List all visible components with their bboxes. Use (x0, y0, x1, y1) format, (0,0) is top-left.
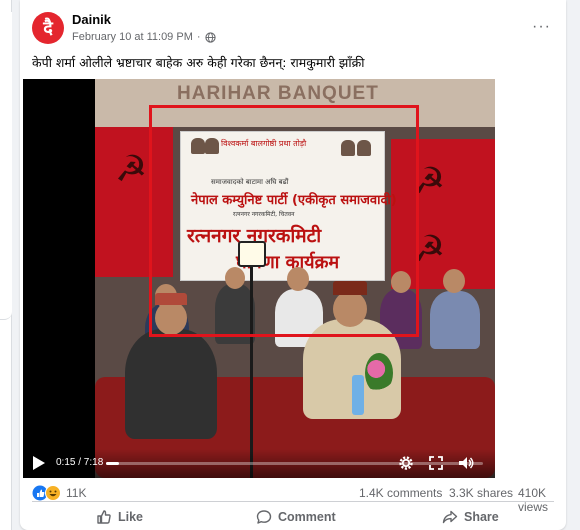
reaction-icons[interactable] (32, 485, 62, 501)
comments-count[interactable]: 1.4K comments (359, 486, 442, 500)
avatar[interactable]: दै (32, 12, 64, 44)
venue-sign-text: HARIHAR BANQUET (177, 83, 379, 104)
comment-label: Comment (278, 510, 336, 524)
volume-icon[interactable] (457, 454, 475, 472)
video-frame: HARIHAR BANQUET ☭ ☭ ☭ विश्वकर्मा बालगोष्… (95, 79, 495, 478)
settings-icon[interactable] (397, 454, 415, 472)
post-header: दै Dainik February 10 at 11:09 PM · ··· (20, 0, 566, 52)
like-button[interactable]: Like (96, 507, 143, 527)
divider (32, 501, 554, 502)
left-column-strip (0, 0, 12, 530)
person (430, 291, 480, 349)
post-card: दै Dainik February 10 at 11:09 PM · ··· … (20, 0, 566, 530)
person (125, 329, 217, 439)
globe-icon (204, 31, 216, 43)
like-icon (97, 510, 111, 524)
timestamp-link[interactable]: February 10 at 11:09 PM (72, 31, 193, 43)
seek-progress (106, 462, 119, 465)
highlight-box (149, 105, 419, 337)
shares-count[interactable]: 3.3K shares (449, 486, 513, 500)
video-controls: 0:15 / 7:18 (23, 449, 495, 478)
reaction-count[interactable]: 11K (66, 486, 86, 500)
post-caption: केपी शर्मा ओलीले भ्रष्टाचार बाहेक अरु के… (32, 55, 365, 70)
share-icon (442, 510, 458, 524)
post-meta: February 10 at 11:09 PM · (72, 31, 216, 43)
like-label: Like (118, 510, 144, 524)
video-player[interactable]: HARIHAR BANQUET ☭ ☭ ☭ विश्वकर्मा बालगोष्… (23, 79, 495, 478)
water-bottle (352, 375, 364, 415)
separator-dot: · (196, 31, 201, 43)
page-name-link[interactable]: Dainik (72, 12, 111, 27)
share-button[interactable]: Share (442, 507, 499, 527)
time-display: 0:15 / 7:18 (56, 457, 104, 468)
person-head (443, 269, 465, 293)
previous-card-edge (0, 12, 12, 320)
comment-icon (256, 510, 272, 524)
action-bar: Like Comment Share (20, 503, 566, 530)
hammer-sickle-icon: ☭ (115, 149, 148, 190)
flower-bouquet (365, 353, 393, 393)
engagement-stats: 11K 1.4K comments 3.3K shares 410K views (32, 483, 558, 514)
play-icon[interactable] (32, 455, 46, 471)
more-options-button[interactable]: ··· (532, 18, 551, 36)
fullscreen-icon[interactable] (427, 454, 445, 472)
comment-button[interactable]: Comment (256, 507, 336, 527)
share-label: Share (464, 510, 499, 524)
